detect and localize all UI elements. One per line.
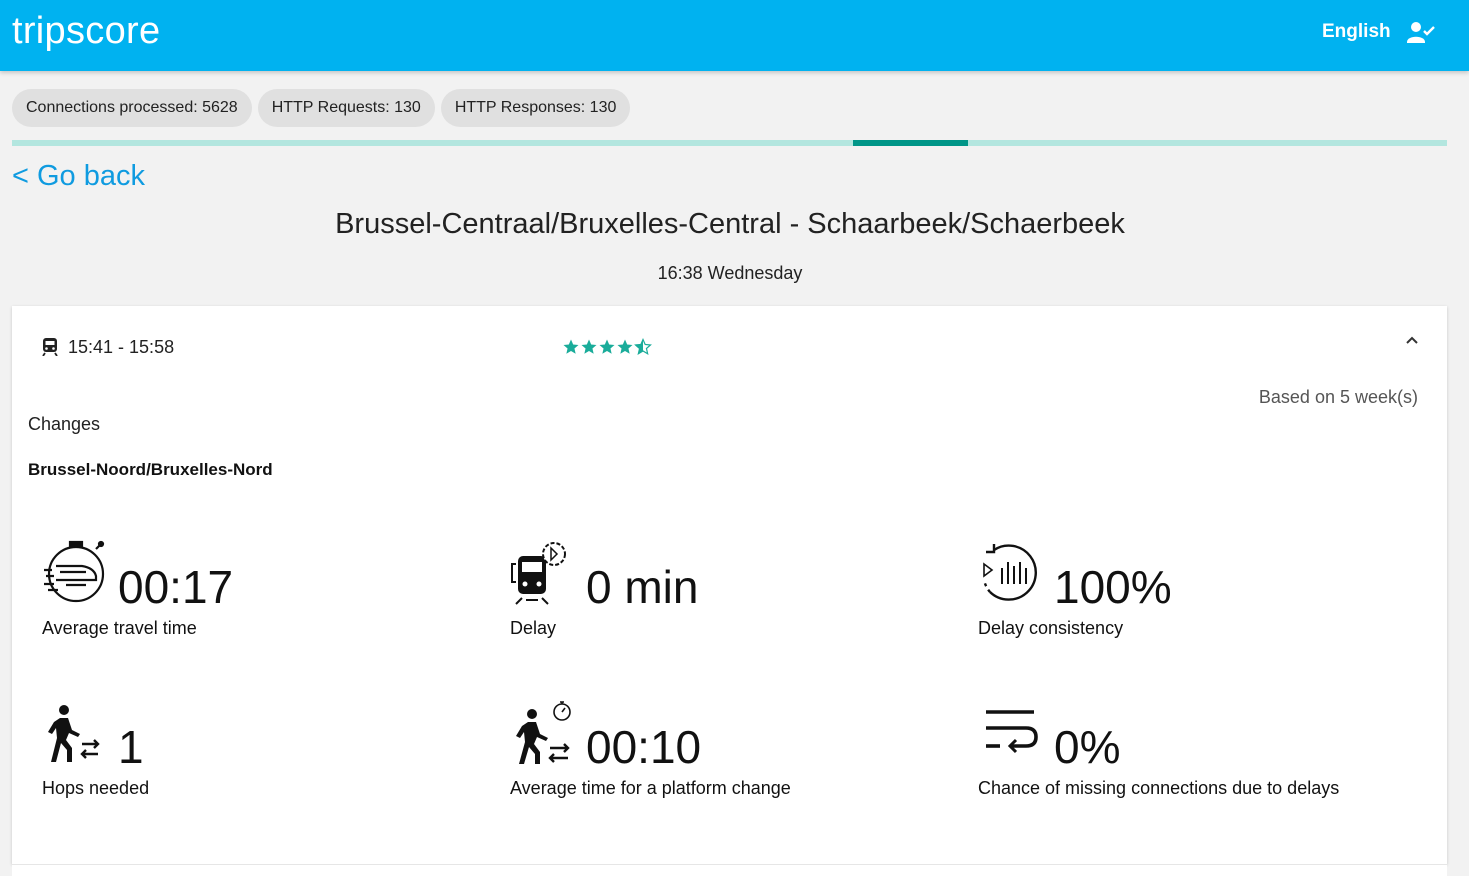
platform-change-timer-icon — [516, 701, 571, 764]
rating-basis: Based on 5 week(s) — [1258, 387, 1418, 407]
stat-chip-http-responses: HTTP Responses: 130 — [440, 89, 631, 127]
go-back-link[interactable]: < Go back — [12, 160, 145, 193]
star-full-icon — [581, 339, 597, 354]
changes-heading: Changes — [28, 414, 101, 434]
train-delay-icon — [511, 542, 566, 605]
metric-label: Delay consistency — [978, 618, 1124, 638]
next-card-edge — [12, 864, 1447, 876]
journey-time-range: 15:41 - 15:58 — [68, 337, 175, 357]
metric-label: Hops needed — [42, 778, 150, 798]
star-half-icon — [634, 337, 652, 355]
metric-label: Average time for a platform change — [510, 778, 791, 798]
loading-progress-bar — [12, 140, 1447, 146]
train-icon — [42, 338, 58, 356]
progress-bar-segment — [852, 140, 968, 146]
app-bar: tripscore English — [0, 0, 1469, 71]
metric-value: 00:10 — [586, 721, 702, 773]
star-full-icon — [617, 339, 633, 354]
star-full-icon — [599, 339, 615, 354]
language-selector[interactable]: English — [1322, 21, 1391, 43]
app-logo[interactable]: tripscore — [12, 10, 160, 53]
wrap-return-icon — [986, 710, 1038, 754]
stat-chip-connections: Connections processed: 5628 — [12, 89, 252, 127]
metric-value: 00:17 — [118, 561, 234, 613]
star-full-icon — [563, 339, 579, 354]
stats-chips: Connections processed: 5628 HTTP Request… — [12, 89, 631, 127]
metric-value: 0% — [1054, 721, 1121, 773]
metric-value: 0 min — [586, 561, 699, 613]
user-check-icon[interactable] — [1406, 20, 1436, 46]
rating-stars — [562, 335, 652, 358]
change-station-name: Brussel-Noord/Bruxelles-Nord — [28, 460, 273, 479]
chevron-up-icon[interactable] — [1404, 332, 1420, 348]
walking-transfer-icon — [48, 705, 100, 762]
consistency-chart-icon — [982, 544, 1037, 601]
route-title: Brussel-Centraal/Bruxelles-Central - Sch… — [335, 208, 1125, 240]
metric-label: Average travel time — [42, 618, 197, 638]
journey-card: 15:41 - 15:58 Based on 5 week(s) Changes… — [12, 306, 1447, 864]
metric-value: 1 — [118, 721, 144, 773]
stopwatch-train-icon — [44, 540, 105, 603]
metric-label: Delay — [510, 618, 557, 638]
metric-label: Chance of missing connections due to del… — [978, 778, 1340, 798]
stat-chip-http-requests: HTTP Requests: 130 — [257, 89, 435, 127]
metric-value: 100% — [1054, 561, 1172, 613]
route-departure-time: 16:38 Wednesday — [657, 263, 803, 283]
